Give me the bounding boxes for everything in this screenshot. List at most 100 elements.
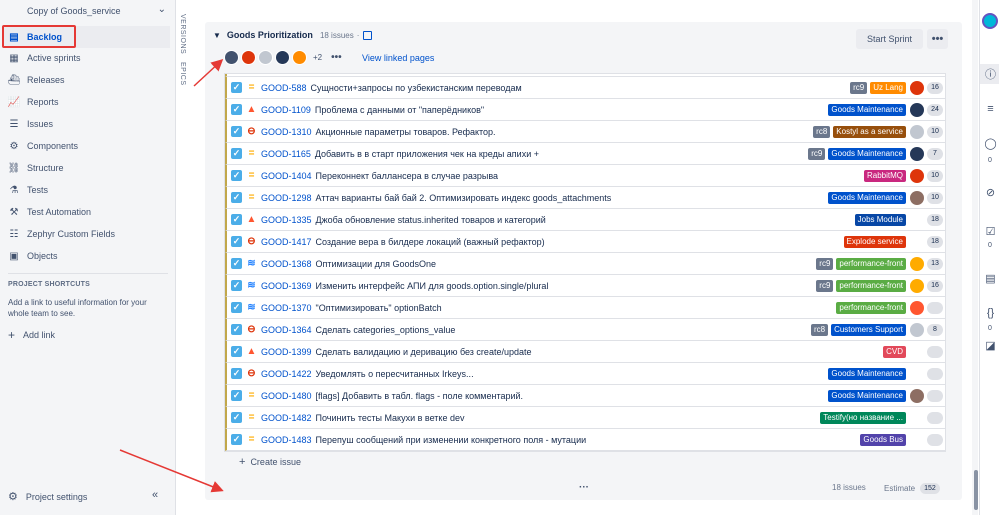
table-row[interactable]: ✓ ⊖ GOOD-1364 Сделать categories_options_va… (225, 319, 945, 341)
issue-key[interactable]: GOOD-588 (261, 83, 307, 93)
epic-badge[interactable]: Customers Support (831, 324, 906, 336)
epic-badge[interactable]: Goods Maintenance (828, 390, 906, 402)
view-linked-pages-link[interactable]: View linked pages (362, 53, 434, 63)
table-row[interactable]: ✓ ≋ GOOD-1370 "Оптимизировать" optionBatch p… (225, 297, 945, 319)
fix-version-badge[interactable]: rc8 (810, 324, 829, 336)
table-row[interactable]: ✓ = GOOD-1165 Добавить в в старт приложения… (225, 143, 945, 165)
assignee-avatar[interactable] (910, 345, 924, 359)
table-row[interactable]: ✓ ⊖ GOOD-1422 Уведомлять о пересчитанных Ir… (225, 363, 945, 385)
issue-key[interactable]: GOOD-1404 (261, 171, 312, 181)
start-sprint-button[interactable]: Start Sprint (856, 29, 923, 49)
assignee-avatar[interactable] (910, 81, 924, 95)
fix-version-badge[interactable]: rc9 (816, 280, 834, 292)
table-row[interactable]: ✓ = GOOD-1482 Починить тесты Макухи в ветке… (225, 407, 945, 429)
info-icon[interactable]: ⓘ (983, 66, 998, 81)
comment-icon[interactable]: ◯ (983, 136, 998, 151)
sidebar-item-releases[interactable]: ⛴ Releases (2, 69, 170, 91)
app-logo-icon[interactable] (982, 13, 998, 29)
drag-handle-dots[interactable]: ··· (579, 482, 589, 493)
assignee-avatar[interactable] (910, 323, 924, 337)
sidebar-item-reports[interactable]: 📈 Reports (2, 91, 170, 113)
table-row[interactable]: ✓ = GOOD-1480 [flags] Добавить в табл. flag… (225, 385, 945, 407)
sidebar-item-tests[interactable]: ⚗ Tests (2, 179, 170, 201)
epic-badge[interactable]: CVD (883, 346, 906, 358)
collapse-sidebar-icon[interactable]: « (152, 489, 158, 501)
epic-badge[interactable]: Goods Bus (860, 434, 906, 446)
assignee-avatar[interactable] (910, 301, 924, 315)
scrollbar-thumb[interactable] (974, 470, 978, 510)
issue-key[interactable]: GOOD-1370 (261, 303, 312, 313)
details-icon[interactable]: ≡ (983, 101, 998, 116)
epic-badge[interactable]: performance-front (836, 302, 906, 314)
board-icon[interactable] (363, 30, 373, 40)
table-row[interactable]: ✓ ▲ GOOD-1335 Джоба обновление status.inher… (225, 209, 945, 231)
issue-key[interactable]: GOOD-1480 (261, 391, 312, 401)
epic-badge[interactable]: Uz Lang (870, 82, 906, 94)
assignee-avatar[interactable] (910, 411, 924, 425)
assignee-avatar[interactable] (910, 147, 924, 161)
avatar[interactable] (275, 50, 290, 65)
assignee-avatar[interactable] (910, 125, 924, 139)
assignee-avatar[interactable] (910, 433, 924, 447)
fix-version-badge[interactable]: rc8 (813, 126, 831, 138)
sidebar-item-components[interactable]: ⚙ Components (2, 135, 170, 157)
table-row[interactable]: ✓ ▲ GOOD-1399 Сделать валидацию и деривацию… (225, 341, 945, 363)
assignee-avatar[interactable] (910, 389, 924, 403)
chevron-down-icon[interactable]: ▼ (213, 31, 221, 40)
avatar[interactable] (241, 50, 256, 65)
sidebar-item-structure[interactable]: ⛓ Structure (2, 157, 170, 179)
epic-badge[interactable]: Goods Maintenance (828, 104, 906, 116)
issue-key[interactable]: GOOD-1422 (261, 369, 312, 379)
table-row[interactable]: ✓ = GOOD-588 Сущности+запросы по узбекистан… (225, 77, 945, 99)
issue-key[interactable]: GOOD-1483 (261, 435, 312, 445)
sprint-more-button[interactable]: ••• (927, 29, 948, 49)
checklist-icon[interactable]: ☑ (983, 224, 998, 239)
scrollbar-track[interactable] (972, 0, 978, 515)
epic-badge[interactable]: Jobs Module (854, 214, 906, 226)
code-icon[interactable]: {} (983, 305, 998, 320)
jira-icon[interactable]: ◪ (983, 338, 998, 353)
assignee-avatar[interactable] (910, 103, 924, 117)
avatar[interactable] (258, 50, 273, 65)
table-row[interactable]: ✓ ▲ GOOD-1109 Проблема с данными от "паперё… (225, 99, 945, 121)
sidebar-item-test-automation[interactable]: ⚒ Test Automation (2, 201, 170, 223)
fix-version-badge[interactable]: rc9 (816, 258, 834, 270)
attachment-icon[interactable]: ⊘ (983, 185, 998, 200)
epic-badge[interactable]: Goods Maintenance (828, 148, 906, 160)
tab-versions[interactable]: VERSIONS (179, 14, 186, 54)
sidebar-item-objects[interactable]: ▣ Objects (2, 245, 170, 267)
epic-badge[interactable]: Testify(но название ... (820, 412, 906, 424)
sidebar-item-zephyr-custom-fields[interactable]: ☷ Zephyr Custom Fields (2, 223, 170, 245)
epic-badge[interactable]: Explode service (843, 236, 906, 248)
issue-key[interactable]: GOOD-1482 (261, 413, 312, 423)
table-row[interactable]: ✓ ⊖ GOOD-1417 Создание вера в билдере локац… (225, 231, 945, 253)
epic-badge[interactable]: performance-front (836, 258, 906, 270)
issue-key[interactable]: GOOD-1399 (261, 347, 312, 357)
sprint-header[interactable]: ▼ Goods Prioritization 18 issues · (213, 30, 373, 40)
epic-badge[interactable]: performance-front (836, 280, 906, 292)
table-row[interactable]: ✓ ⊖ GOOD-1310 Акционные параметры товаров. … (225, 121, 945, 143)
forms-icon[interactable]: ▤ (983, 271, 998, 286)
epic-badge[interactable]: Kostyl as a service (833, 126, 906, 138)
sidebar-item-active-sprints[interactable]: ▦ Active sprints (2, 47, 170, 69)
assignee-avatar[interactable] (910, 169, 924, 183)
issue-key[interactable]: GOOD-1109 (261, 105, 311, 115)
project-switcher[interactable]: Copy of Goods_service ⌄ (8, 3, 170, 19)
issue-key[interactable]: GOOD-1335 (261, 215, 312, 225)
assignee-avatar[interactable] (910, 367, 924, 381)
add-link-button[interactable]: + Add link (8, 328, 55, 342)
table-row[interactable]: ✓ ≋ GOOD-1369 Изменить интерфейс АПИ для go… (225, 275, 945, 297)
fix-version-badge[interactable]: rc9 (850, 82, 868, 94)
fix-version-badge[interactable]: rc9 (808, 148, 826, 160)
project-settings-link[interactable]: ⚙ Project settings (8, 490, 87, 503)
avatar[interactable] (292, 50, 307, 65)
issue-key[interactable]: GOOD-1310 (261, 127, 312, 137)
table-row[interactable]: ✓ = GOOD-1483 Перепуш сообщений при изменен… (225, 429, 945, 451)
table-row[interactable]: ✓ ≋ GOOD-1368 Оптимизации для GoodsOne rc9 pe… (225, 253, 945, 275)
create-issue-button[interactable]: + Create issue (239, 456, 301, 468)
assignee-avatar[interactable] (910, 279, 924, 293)
epic-badge[interactable]: RabbitMQ (863, 170, 906, 182)
assignee-avatar[interactable] (910, 213, 924, 227)
tab-epics[interactable]: EPICS (179, 62, 186, 86)
avatars-more-button[interactable]: ••• (331, 52, 342, 63)
